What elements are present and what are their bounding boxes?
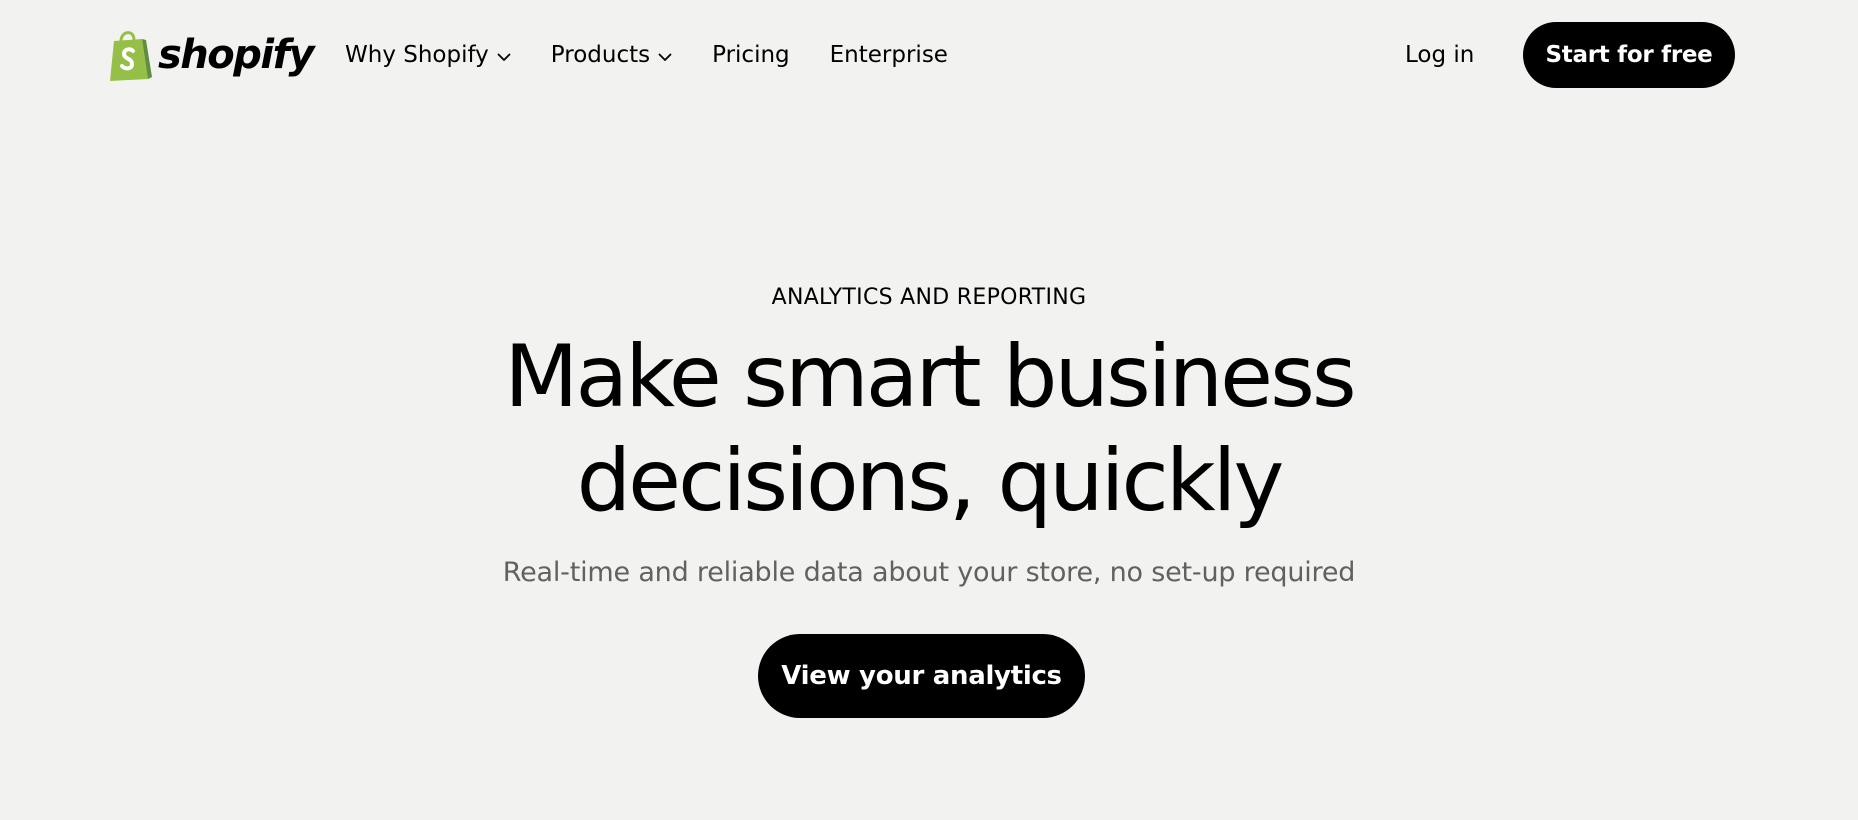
start-for-free-button[interactable]: Start for free (1523, 22, 1735, 88)
shopify-wordmark: shopify (158, 32, 315, 78)
nav-item-why-shopify[interactable]: Why Shopify (345, 42, 511, 68)
primary-nav: Why Shopify Products Pricing Enterprise (345, 36, 948, 74)
shopify-bag-icon (106, 27, 152, 83)
login-link[interactable]: Log in (1405, 36, 1474, 74)
hero-subheadline: Real-time and reliable data about your s… (502, 557, 1356, 588)
hero-headline: Make smart business decisions, quickly (0, 325, 1858, 533)
shopify-logo-link[interactable]: shopify (106, 27, 315, 83)
nav-item-pricing[interactable]: Pricing (712, 42, 790, 68)
view-analytics-button[interactable]: View your analytics (758, 634, 1085, 718)
chevron-down-icon (497, 42, 511, 68)
top-navigation: shopify Why Shopify Products Pricing Ent… (0, 0, 1858, 110)
hero-eyebrow: ANALYTICS AND REPORTING (771, 285, 1087, 310)
nav-item-label: Enterprise (829, 42, 948, 68)
chevron-down-icon (658, 42, 672, 68)
nav-item-label: Pricing (712, 42, 790, 68)
nav-item-label: Why Shopify (345, 42, 489, 68)
nav-item-enterprise[interactable]: Enterprise (830, 42, 948, 68)
hero-headline-line-1: Make smart business (504, 327, 1356, 427)
nav-item-products[interactable]: Products (551, 42, 672, 68)
hero-headline-line-2: decisions, quickly (576, 431, 1285, 531)
nav-item-label: Products (550, 42, 651, 68)
